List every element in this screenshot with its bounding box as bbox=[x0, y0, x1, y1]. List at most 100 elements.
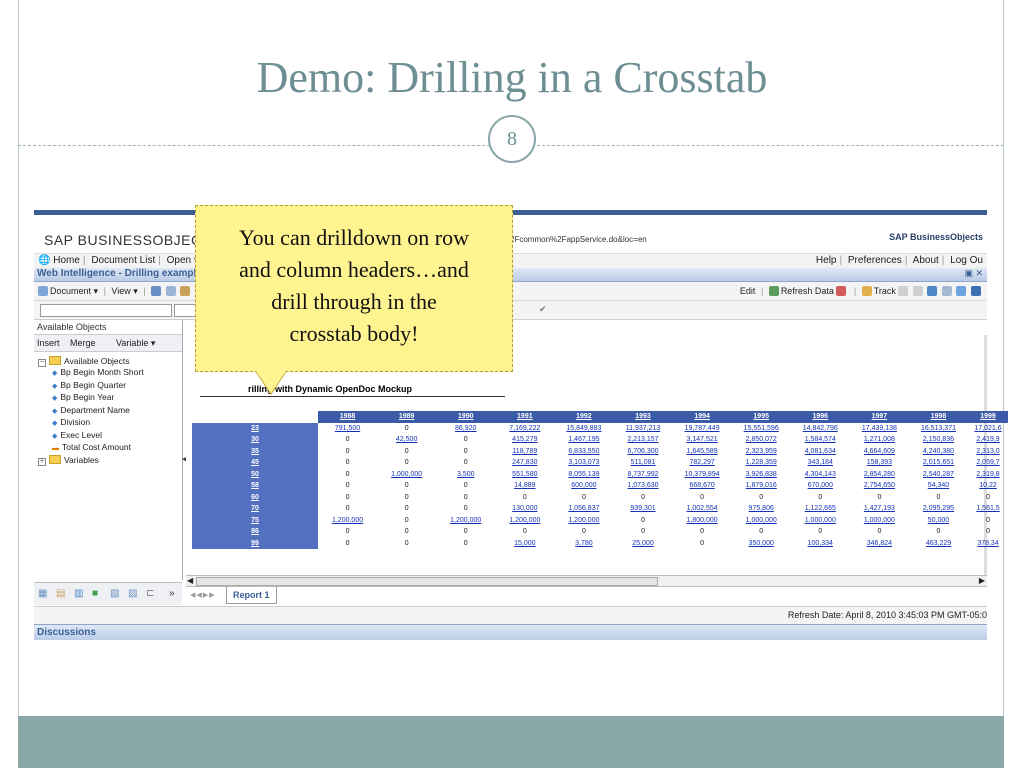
nav-about[interactable]: About bbox=[913, 255, 939, 266]
crosstab-cell[interactable]: 54,340 bbox=[909, 480, 968, 492]
crosstab-cell[interactable]: 118,789 bbox=[495, 446, 554, 458]
objects-tab-icon[interactable]: ▦ bbox=[38, 588, 47, 599]
discussions-bar[interactable]: Discussions bbox=[34, 624, 987, 640]
crosstab-cell[interactable]: 1,879,016 bbox=[732, 480, 791, 492]
tab-nav-arrows-icon[interactable]: ◀◀▶▶ bbox=[190, 591, 216, 599]
scroll-right-icon[interactable]: ▶ bbox=[979, 576, 985, 585]
nav-help[interactable]: Help bbox=[816, 255, 837, 266]
tree-item[interactable]: ◆ Bp Begin Quarter bbox=[38, 380, 144, 393]
crosstab-cell[interactable]: 6,706,300 bbox=[613, 446, 672, 458]
row-header[interactable]: 75 bbox=[192, 514, 318, 526]
crosstab-cell[interactable]: 670,000 bbox=[791, 480, 850, 492]
insert-button[interactable]: Insert bbox=[37, 338, 60, 348]
checkmark-icon[interactable]: ✔ bbox=[539, 304, 547, 315]
tab-report-1[interactable]: Report 1 bbox=[226, 587, 277, 604]
row-header[interactable]: 30 bbox=[192, 434, 318, 446]
outline-icon[interactable] bbox=[956, 286, 967, 296]
nav-preferences[interactable]: Preferences bbox=[848, 255, 902, 266]
track-button[interactable]: Track bbox=[874, 286, 896, 296]
crosstab-cell[interactable]: 1,000,000 bbox=[791, 515, 850, 527]
crosstab-cell[interactable]: 16,513,371 bbox=[909, 423, 968, 435]
crosstab-cell[interactable]: 4,240,380 bbox=[909, 446, 968, 458]
crosstab-cell[interactable]: 2,319,8 bbox=[968, 469, 1008, 481]
crosstab-cell[interactable]: 1,000,000 bbox=[377, 469, 436, 481]
nav-home[interactable]: Home bbox=[53, 255, 80, 266]
row-header[interactable]: 23 bbox=[192, 422, 318, 434]
crosstab-cell[interactable]: 668,670 bbox=[673, 480, 732, 492]
crosstab-cell[interactable]: 3,103,073 bbox=[554, 457, 613, 469]
crosstab-cell[interactable]: 600,000 bbox=[554, 480, 613, 492]
crosstab-cell[interactable]: 19,787,449 bbox=[673, 423, 732, 435]
crosstab-cell[interactable]: 158,393 bbox=[850, 457, 909, 469]
row-header[interactable]: 70 bbox=[192, 503, 318, 515]
column-header[interactable]: 1989 bbox=[377, 411, 437, 423]
column-header[interactable]: 1990 bbox=[436, 411, 496, 423]
crosstab-cell[interactable]: 100,334 bbox=[791, 538, 850, 550]
crosstab-cell[interactable]: 2,854,280 bbox=[850, 469, 909, 481]
crosstab-cell[interactable]: 25,000 bbox=[613, 538, 672, 550]
column-header[interactable]: 1988 bbox=[318, 411, 378, 423]
drill-icon[interactable] bbox=[927, 286, 938, 296]
crosstab-cell[interactable]: 7,169,222 bbox=[495, 423, 554, 435]
crosstab-cell[interactable]: 975,806 bbox=[732, 503, 791, 515]
crosstab-cell[interactable]: 10,379,894 bbox=[673, 469, 732, 481]
crosstab-cell[interactable]: 1,228,359 bbox=[732, 457, 791, 469]
column-header[interactable]: 1994 bbox=[672, 411, 732, 423]
crosstab-cell[interactable]: 2,419,9 bbox=[968, 434, 1008, 446]
crosstab-cell[interactable]: 4,081,634 bbox=[791, 446, 850, 458]
scroll-left-icon[interactable]: ◀ bbox=[187, 576, 193, 585]
navigation-tab-icon[interactable]: ▨ bbox=[128, 588, 137, 599]
crosstab-cell[interactable]: 2,323,959 bbox=[732, 446, 791, 458]
column-header[interactable]: 1995 bbox=[731, 411, 791, 423]
crosstab-cell[interactable]: 3,926,838 bbox=[732, 469, 791, 481]
grid-icon[interactable] bbox=[941, 286, 952, 296]
crosstab-cell[interactable]: 551,580 bbox=[495, 469, 554, 481]
crosstab-cell[interactable]: 1,800,000 bbox=[673, 515, 732, 527]
crosstab-cell[interactable]: 1,561,5 bbox=[968, 503, 1008, 515]
crosstab-cell[interactable]: 1,467,195 bbox=[554, 434, 613, 446]
crosstab-cell[interactable]: 1,000,000 bbox=[850, 515, 909, 527]
row-header[interactable]: 99 bbox=[192, 537, 318, 549]
crosstab-cell[interactable]: 42,500 bbox=[377, 434, 436, 446]
crosstab-cell[interactable]: 8,055,139 bbox=[554, 469, 613, 481]
crosstab-cell[interactable]: 2,059,7 bbox=[968, 457, 1008, 469]
tree-item[interactable]: ◆ Exec Level bbox=[38, 430, 144, 443]
tree-item[interactable]: ◆ Division bbox=[38, 417, 144, 430]
crosstab-cell[interactable]: 350,000 bbox=[732, 538, 791, 550]
crosstab-cell[interactable]: 511,081 bbox=[613, 457, 672, 469]
crosstab-cell[interactable]: 8,737,992 bbox=[613, 469, 672, 481]
column-header[interactable]: 1992 bbox=[554, 411, 614, 423]
nav-document-list[interactable]: Document List bbox=[91, 255, 155, 266]
crosstab-cell[interactable]: 2,150,836 bbox=[909, 434, 968, 446]
crosstab-cell[interactable]: 1,427,193 bbox=[850, 503, 909, 515]
window-controls[interactable]: ▣ ✕ bbox=[964, 268, 983, 279]
crosstab-cell[interactable]: 782,297 bbox=[673, 457, 732, 469]
horizontal-scrollbar[interactable]: ◀ ▶ bbox=[186, 575, 987, 586]
crosstab-cell[interactable]: 1,000,000 bbox=[732, 515, 791, 527]
crosstab-cell[interactable]: 463,229 bbox=[909, 538, 968, 550]
edit-button[interactable]: Edit bbox=[740, 286, 756, 296]
map-tab-icon[interactable]: ▥ bbox=[74, 588, 83, 599]
tree-root[interactable]: − Available Objects bbox=[38, 356, 144, 367]
crosstab-cell[interactable]: 3,500 bbox=[436, 469, 495, 481]
redo-icon[interactable] bbox=[912, 286, 923, 296]
crosstab-cell[interactable]: 15,551,596 bbox=[732, 423, 791, 435]
panel-icon[interactable] bbox=[971, 286, 981, 296]
row-header[interactable]: 45 bbox=[192, 457, 318, 469]
crosstab-cell[interactable]: 1,073,630 bbox=[613, 480, 672, 492]
row-header[interactable]: 50 bbox=[192, 468, 318, 480]
save-icon[interactable] bbox=[151, 286, 162, 296]
crosstab-cell[interactable]: 2,313,0 bbox=[968, 446, 1008, 458]
tree-item[interactable]: ◆ Bp Begin Month Short bbox=[38, 367, 144, 380]
crosstab-cell[interactable]: 2,015,651 bbox=[909, 457, 968, 469]
nav-logout[interactable]: Log Ou bbox=[950, 255, 983, 266]
crosstab-cell[interactable]: 1,200,000 bbox=[436, 515, 495, 527]
crosstab-cell[interactable]: 3,147,521 bbox=[673, 434, 732, 446]
refresh-data-button[interactable]: Refresh Data bbox=[781, 286, 834, 296]
crosstab-cell[interactable]: 11,937,213 bbox=[613, 423, 672, 435]
row-header[interactable]: 86 bbox=[192, 526, 318, 538]
formula-input[interactable] bbox=[40, 304, 172, 317]
column-header[interactable]: 1997 bbox=[849, 411, 909, 423]
row-header[interactable]: 58 bbox=[192, 480, 318, 492]
find-icon[interactable] bbox=[180, 286, 191, 296]
